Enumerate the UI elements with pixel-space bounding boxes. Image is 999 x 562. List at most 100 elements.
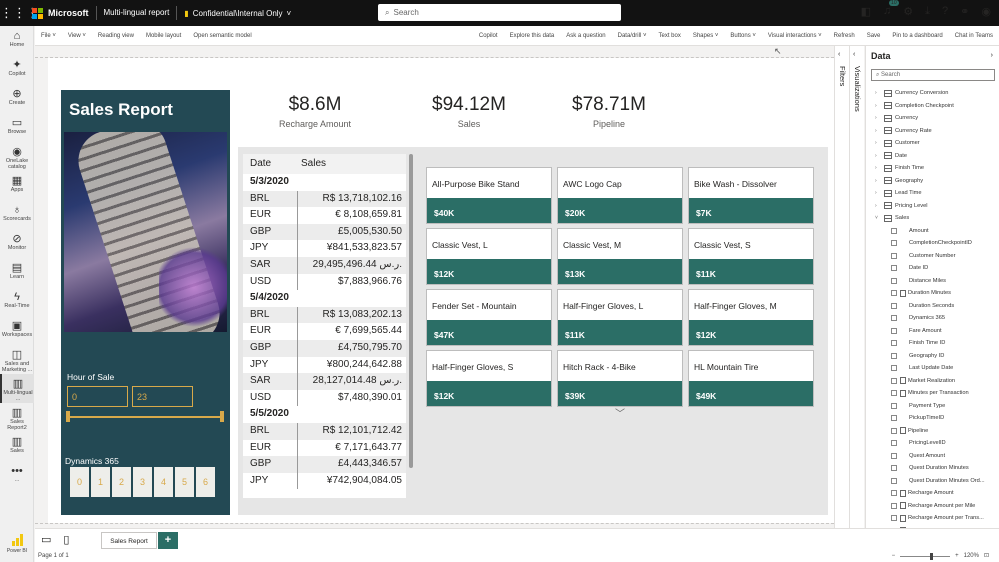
- nav-item-14[interactable]: ▥ Sales: [0, 432, 34, 461]
- column-header-sales[interactable]: Sales: [297, 154, 406, 174]
- field-item[interactable]: Minutes per Transaction: [866, 387, 999, 400]
- data-table-item[interactable]: › Geography: [866, 175, 999, 188]
- panel-toggle-icon[interactable]: ◧: [861, 5, 871, 18]
- field-checkbox[interactable]: [891, 365, 897, 372]
- global-search-input[interactable]: ⌕ Search: [378, 4, 621, 21]
- sensitivity-label[interactable]: ▮ Confidential\Internal Only ˅: [177, 9, 291, 18]
- ribbon-item-right-2[interactable]: Ask a question: [560, 33, 611, 39]
- nav-item-4[interactable]: ◉ OneLake catalog: [0, 142, 34, 171]
- field-item[interactable]: PricingLevelID: [866, 437, 999, 450]
- add-page-button[interactable]: +: [158, 532, 178, 549]
- dynamics-slicer-button[interactable]: 5: [175, 467, 194, 497]
- field-checkbox[interactable]: [891, 440, 897, 447]
- field-checkbox[interactable]: [891, 302, 897, 309]
- field-checkbox[interactable]: [891, 340, 897, 347]
- chevron-right-icon[interactable]: ›: [875, 175, 880, 188]
- zoom-slider-handle[interactable]: [930, 552, 934, 560]
- data-search-input[interactable]: ⌕ Search: [871, 69, 995, 81]
- hour-slider-track[interactable]: [67, 416, 223, 418]
- field-item[interactable]: Recharge Amount per Trans...: [866, 512, 999, 525]
- field-item[interactable]: Amount: [866, 225, 999, 238]
- fit-page-icon[interactable]: ⊡: [984, 550, 989, 562]
- field-checkbox[interactable]: [891, 377, 897, 384]
- zoom-out-icon[interactable]: −: [892, 550, 896, 562]
- ribbon-item-left-4[interactable]: Open semantic model: [187, 33, 257, 39]
- nav-item-5[interactable]: ▦ Apps: [0, 171, 34, 200]
- dynamics-slicer-button[interactable]: 6: [196, 467, 215, 497]
- data-table-item[interactable]: › Completion Checkpoint: [866, 100, 999, 113]
- data-table-item[interactable]: › Lead Time: [866, 187, 999, 200]
- field-checkbox[interactable]: [891, 452, 897, 459]
- dynamics-slicer-button[interactable]: 3: [133, 467, 152, 497]
- ribbon-item-left-0[interactable]: File ˅: [35, 33, 62, 39]
- nav-item-7[interactable]: ⊘ Monitor: [0, 229, 34, 258]
- zoom-in-icon[interactable]: +: [955, 550, 959, 562]
- chevron-right-icon[interactable]: ›: [875, 200, 880, 213]
- kpi-card[interactable]: $94.12M Sales: [399, 94, 539, 129]
- field-checkbox[interactable]: [891, 490, 897, 497]
- zoom-slider[interactable]: [900, 552, 951, 560]
- nav-item-12[interactable]: ▥ Multi-lingual ...: [0, 374, 34, 403]
- sales-matrix-table[interactable]: Date Sales 5/3/2020 BRL R$ 13,718,102.16 EUR €…: [243, 154, 406, 498]
- table-row[interactable]: BRL R$ 12,101,712.42: [243, 422, 406, 440]
- hour-slider-min-handle[interactable]: [66, 411, 70, 422]
- share-icon[interactable]: ⚭: [960, 5, 969, 18]
- chevron-right-icon[interactable]: ›: [991, 52, 993, 59]
- product-card[interactable]: Fender Set - Mountain $47K: [426, 289, 552, 346]
- filters-pane-collapsed[interactable]: ‹ Filters: [834, 46, 849, 528]
- mobile-layout-icon[interactable]: ▯: [63, 533, 69, 546]
- ribbon-item-right-4[interactable]: Text box: [652, 33, 686, 39]
- help-icon[interactable]: ?: [942, 5, 948, 18]
- field-item[interactable]: Duration Seconds: [866, 300, 999, 313]
- field-item[interactable]: Market Realization: [866, 375, 999, 388]
- ribbon-item-right-1[interactable]: Explore this data: [504, 33, 561, 39]
- ribbon-item-left-3[interactable]: Mobile layout: [140, 33, 187, 39]
- ribbon-item-right-6[interactable]: Buttons ˅: [724, 33, 762, 39]
- notifications-icon[interactable]: ♫ 10: [883, 0, 899, 18]
- table-scrollbar[interactable]: [409, 154, 413, 468]
- download-icon[interactable]: ⤓: [925, 5, 930, 18]
- ribbon-item-right-9[interactable]: Save: [861, 33, 887, 39]
- table-row[interactable]: EUR € 8,108,659.81: [243, 207, 406, 224]
- field-item[interactable]: Duration Minutes: [866, 287, 999, 300]
- field-checkbox[interactable]: [891, 277, 897, 284]
- product-card[interactable]: Half-Finger Gloves, L $11K: [557, 289, 683, 346]
- table-row[interactable]: GBP £4,750,795.70: [243, 339, 406, 357]
- visualizations-pane-collapsed[interactable]: ‹ Visualizations: [849, 46, 864, 528]
- field-item[interactable]: Pipeline: [866, 425, 999, 438]
- user-avatar-icon[interactable]: ◉: [981, 5, 991, 18]
- kpi-card[interactable]: $8.6M Recharge Amount: [245, 94, 385, 129]
- dynamics-slicer-button[interactable]: 2: [112, 467, 131, 497]
- field-item[interactable]: Payment Type: [866, 400, 999, 413]
- field-checkbox[interactable]: [891, 227, 897, 234]
- field-item[interactable]: Geography ID: [866, 350, 999, 363]
- table-group-row[interactable]: 5/4/2020: [243, 290, 406, 307]
- field-item[interactable]: Fare Amount: [866, 325, 999, 338]
- field-item[interactable]: Recharge Amount: [866, 487, 999, 500]
- product-card[interactable]: Bike Wash - Dissolver $7K: [688, 167, 814, 224]
- field-item[interactable]: Recharge Amount per Mile: [866, 500, 999, 513]
- table-row[interactable]: JPY ¥742,904,084.05: [243, 472, 406, 490]
- field-checkbox[interactable]: [891, 252, 897, 259]
- nav-item-3[interactable]: ▭ Browse: [0, 113, 34, 142]
- chevron-right-icon[interactable]: ›: [875, 187, 880, 200]
- product-card[interactable]: Half-Finger Gloves, S $12K: [426, 350, 552, 407]
- table-row[interactable]: SAR 29,495,496.44 ر.س.: [243, 256, 406, 274]
- field-checkbox[interactable]: [891, 465, 897, 472]
- table-row[interactable]: USD $7,883,966.76: [243, 273, 406, 291]
- field-checkbox[interactable]: [891, 477, 897, 484]
- data-table-item[interactable]: › Finish Time: [866, 162, 999, 175]
- ribbon-item-right-0[interactable]: Copilot: [473, 33, 504, 39]
- table-row[interactable]: USD $7,480,390.01: [243, 389, 406, 407]
- hour-min-input[interactable]: 0: [67, 386, 128, 407]
- product-card[interactable]: Half-Finger Gloves, M $12K: [688, 289, 814, 346]
- field-checkbox[interactable]: [891, 290, 897, 297]
- dynamics-slicer-button[interactable]: 0: [70, 467, 89, 497]
- data-table-item[interactable]: › Currency Rate: [866, 125, 999, 138]
- table-row[interactable]: SAR 28,127,014.48 ر.س.: [243, 373, 406, 390]
- field-item[interactable]: Dynamics 365: [866, 312, 999, 325]
- product-card[interactable]: Classic Vest, S $11K: [688, 228, 814, 285]
- table-row[interactable]: GBP £4,443,346.57: [243, 456, 406, 473]
- field-item[interactable]: Last Update Date: [866, 362, 999, 375]
- settings-gear-icon[interactable]: ⚙: [903, 5, 913, 18]
